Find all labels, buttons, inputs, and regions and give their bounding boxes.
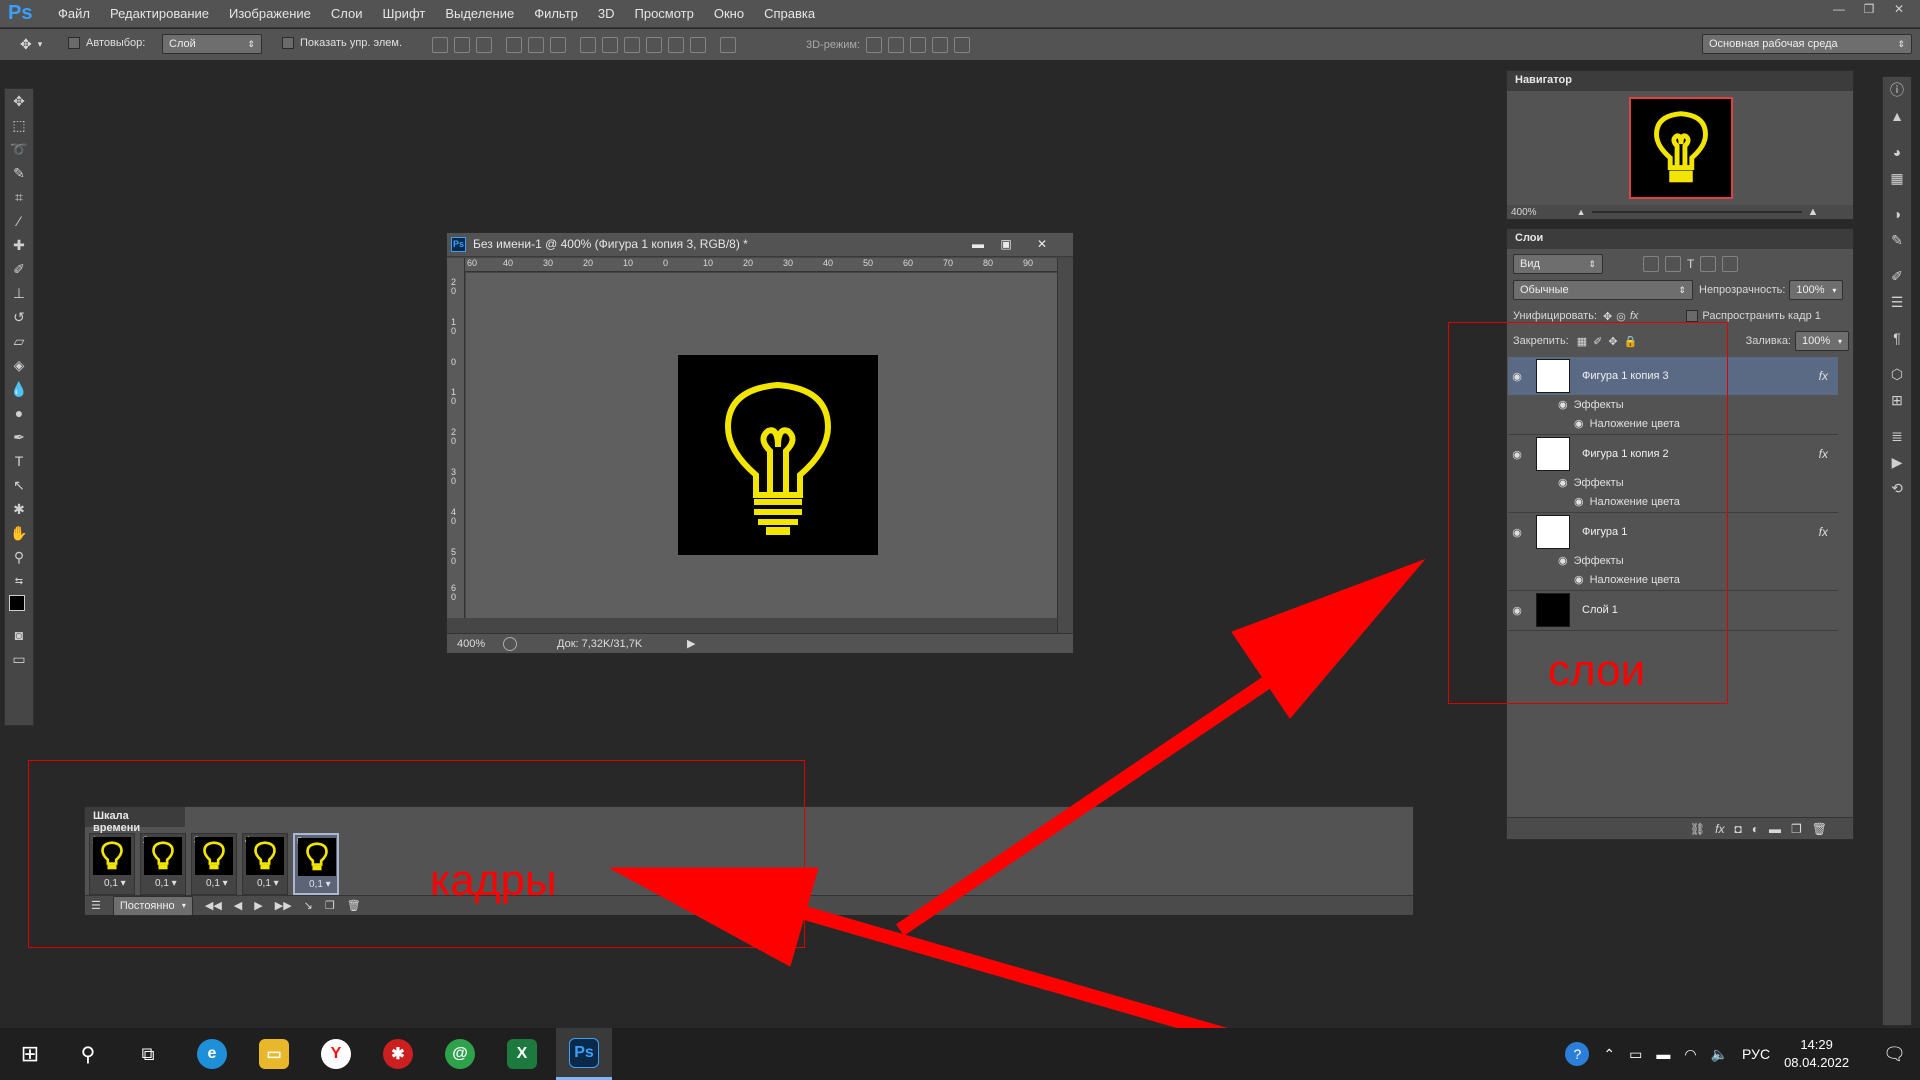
clock-date: 08.04.2022 <box>1784 1055 1850 1070</box>
help-tray-icon[interactable]: ? <box>1565 1042 1590 1066</box>
task-view-icon: ⧉ <box>141 1043 155 1064</box>
clock[interactable]: 14:29 08.04.2022 <box>1784 1036 1849 1072</box>
photoshop-icon: Ps <box>569 1037 599 1068</box>
taskbar-edge[interactable]: e <box>184 1028 240 1080</box>
taskbar-yandex[interactable]: Y <box>308 1028 364 1080</box>
windows-logo-icon: ⊞ <box>20 1041 40 1066</box>
excel-icon: X <box>507 1039 537 1069</box>
taskbar-app-red[interactable]: ✱ <box>370 1028 426 1080</box>
yandex-browser-icon: Y <box>321 1039 351 1069</box>
chevron-up-icon[interactable]: ⌃ <box>1603 1046 1615 1063</box>
taskbar-photoshop[interactable]: Ps <box>556 1028 612 1080</box>
arrow-to-frames <box>758 893 1232 1043</box>
start-button[interactable]: ⊞ <box>2 1028 58 1080</box>
battery-icon[interactable]: ▬ <box>1656 1046 1670 1062</box>
clock-time: 14:29 <box>1800 1037 1833 1052</box>
antivirus-icon: ✱ <box>383 1039 413 1069</box>
edge-browser-icon: e <box>197 1039 227 1069</box>
notifications-icon[interactable]: 🗨 <box>1883 1044 1906 1065</box>
mail-agent-icon: @ <box>445 1039 475 1069</box>
taskbar-mail[interactable]: @ <box>432 1028 488 1080</box>
taskbar-excel[interactable]: X <box>494 1028 550 1080</box>
search-icon: ⚲ <box>80 1043 96 1066</box>
meet-now-icon[interactable]: ▭ <box>1629 1046 1642 1063</box>
search-button[interactable]: ⚲ <box>60 1028 116 1080</box>
arrow-to-layers <box>896 654 1304 936</box>
file-explorer-icon: ▭ <box>259 1039 289 1069</box>
network-icon[interactable]: ◠ <box>1684 1046 1696 1063</box>
language-indicator[interactable]: РУС <box>1742 1046 1770 1062</box>
volume-icon[interactable]: 🔈 <box>1711 1046 1728 1063</box>
arrow-head-frames <box>609 867 819 967</box>
task-view-button[interactable]: ⧉ <box>120 1028 176 1080</box>
taskbar-explorer[interactable]: ▭ <box>246 1028 302 1080</box>
windows-taskbar: ⊞ ⚲ ⧉ e ▭ Y ✱ @ X Ps ? ⌃ ▭ ▬ ◠ 🔈 РУС 14:… <box>0 1028 1920 1080</box>
annotation-arrows <box>609 558 1426 1043</box>
system-tray: ? ⌃ ▭ ▬ ◠ 🔈 РУС 14:29 08.04.2022 🗨 <box>1565 1028 1920 1080</box>
